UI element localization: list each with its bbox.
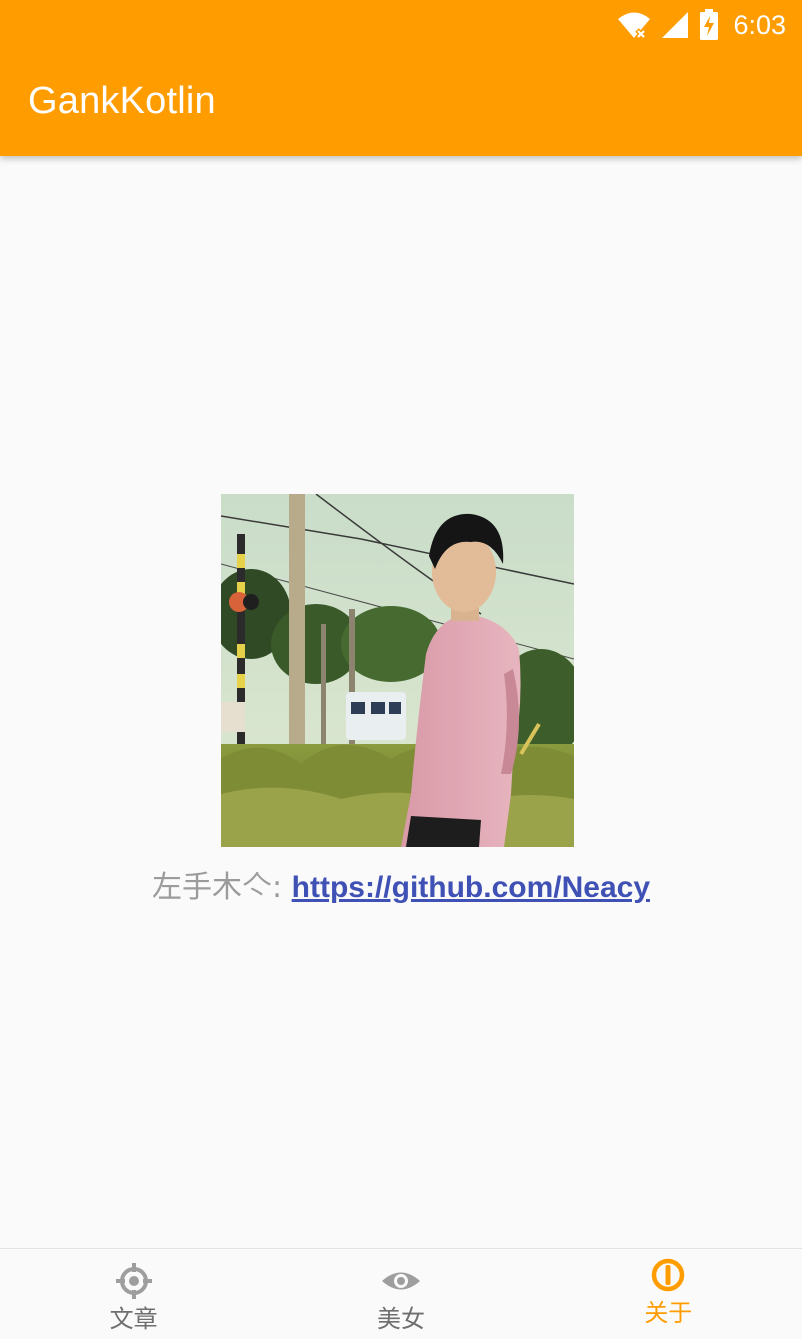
bottom-navigation: 文章 美女 关于: [0, 1248, 802, 1339]
author-label: 左手木亽:: [151, 870, 292, 905]
app-bar: 6:03 GankKotlin: [0, 0, 802, 156]
cell-signal-icon: [662, 12, 689, 38]
power-icon: [652, 1258, 685, 1292]
battery-charging-icon: [700, 9, 719, 40]
nav-label-girls: 美女: [376, 1305, 425, 1333]
portrait-image: [221, 494, 574, 847]
nav-label-about: 关于: [644, 1299, 693, 1327]
status-icons: 6:03: [617, 8, 786, 42]
nav-item-about[interactable]: 关于: [535, 1249, 802, 1339]
status-bar: 6:03: [0, 0, 802, 50]
github-link[interactable]: https://github.com/Neacy: [292, 871, 650, 904]
status-time: 6:03: [733, 9, 786, 40]
nav-item-girls[interactable]: 美女: [267, 1249, 534, 1339]
app-title: GankKotlin: [28, 80, 216, 122]
author-line: 左手木亽: https://github.com/Neacy: [0, 868, 802, 908]
eye-icon: [381, 1272, 420, 1290]
about-content: 左手木亽: https://github.com/Neacy: [0, 156, 802, 1248]
crosshair-icon: [115, 1263, 152, 1299]
nav-item-articles[interactable]: 文章: [0, 1249, 267, 1339]
nav-label-articles: 文章: [109, 1305, 158, 1333]
wifi-off-icon: [618, 12, 651, 40]
